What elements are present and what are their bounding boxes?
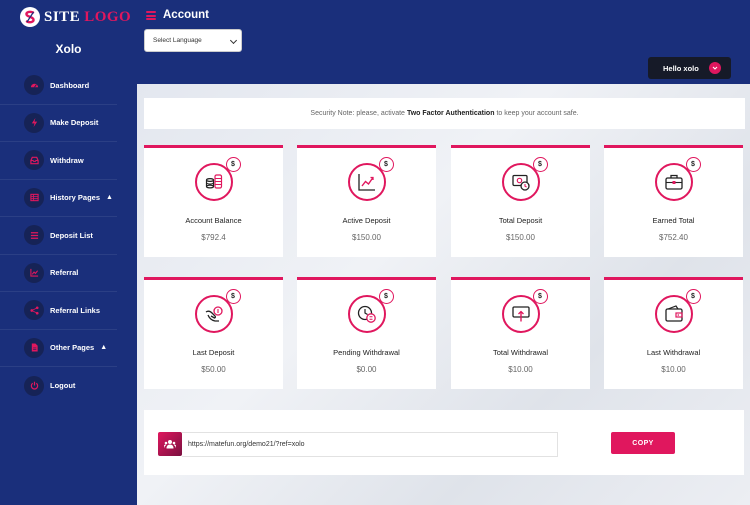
dollar-badge-icon: $ xyxy=(532,289,548,304)
dollar-badge-icon: $ xyxy=(225,157,241,172)
logo-text-logo: LOGO xyxy=(84,8,132,25)
language-select-value: Select Language xyxy=(153,37,202,44)
inbox-icon xyxy=(24,150,44,171)
card-title: Total Deposit xyxy=(498,216,543,225)
coins-icon: $ xyxy=(194,157,241,201)
sidebar-item-other-pages[interactable]: Other Pages ▲ xyxy=(0,330,117,367)
language-select[interactable]: Select Language xyxy=(144,29,242,52)
dollar-badge-icon: $ xyxy=(685,289,701,304)
users-icon xyxy=(158,432,182,456)
cash-clock-icon: $ xyxy=(501,157,548,201)
dollar-badge-icon: $ xyxy=(685,157,701,172)
security-note: Security Note: please, activate Two Fact… xyxy=(144,98,745,129)
sidebar-item-dashboard[interactable]: Dashboard xyxy=(0,67,117,105)
file-icon xyxy=(24,337,44,358)
chevron-up-icon: ▲ xyxy=(106,194,113,202)
card-value: $10.00 xyxy=(661,365,686,374)
referral-link-input[interactable]: https://matefun.org/demo21/?ref=xolo xyxy=(182,432,558,457)
sidebar-item-withdraw[interactable]: Withdraw xyxy=(0,142,117,180)
site-logo[interactable]: SITE LOGO xyxy=(0,0,137,34)
sidebar-item-referral[interactable]: Referral xyxy=(0,255,117,292)
copy-button[interactable]: COPY xyxy=(611,432,675,454)
sidebar-menu: Dashboard Make Deposit Withdraw History … xyxy=(0,67,137,405)
card-title: Last Withdrawal xyxy=(646,348,701,357)
dollar-badge-icon: $ xyxy=(225,289,241,304)
stat-card-pending-withdrawal: $ Pending Withdrawal $0.00 xyxy=(297,277,436,389)
main-content: Security Note: please, activate Two Fact… xyxy=(137,84,750,505)
list-icon xyxy=(24,225,44,246)
card-title: Pending Withdrawal xyxy=(333,348,400,357)
bolt-icon xyxy=(24,112,44,133)
card-value: $10.00 xyxy=(508,365,533,374)
card-title: Total Withdrawal xyxy=(492,348,549,357)
sidebar-item-label: Withdraw xyxy=(50,155,84,165)
sidebar-item-label: Referral Links xyxy=(50,305,101,315)
clock-coin-icon: $ xyxy=(347,289,394,333)
card-title: Account Balance xyxy=(185,216,242,225)
two-factor-link[interactable]: Two Factor Authentication xyxy=(407,110,495,117)
gauge-icon xyxy=(24,75,44,96)
security-note-suffix: to keep your account safe. xyxy=(496,110,579,117)
user-greeting: Hello xolo xyxy=(663,63,699,73)
chart-icon xyxy=(24,262,44,283)
topbar: Account Select Language Hello xolo xyxy=(137,0,750,84)
user-menu-button[interactable]: Hello xolo xyxy=(648,57,731,79)
logo-mark-icon xyxy=(20,7,40,27)
card-title: Last Deposit xyxy=(192,348,235,357)
sidebar-item-deposit-list[interactable]: Deposit List xyxy=(0,217,117,255)
growth-chart-icon: $ xyxy=(347,157,394,201)
logo-text-site: SITE xyxy=(44,8,81,25)
sidebar-item-label: Dashboard xyxy=(50,80,90,90)
dollar-badge-icon: $ xyxy=(532,157,548,172)
sidebar-item-referral-links[interactable]: Referral Links xyxy=(0,292,117,330)
card-title: Active Deposit xyxy=(342,216,391,225)
stat-card-account-balance: $ Account Balance $792.4 xyxy=(144,145,283,257)
stat-card-earned-total: $ Earned Total $752.40 xyxy=(604,145,743,257)
sidebar-item-make-deposit[interactable]: Make Deposit xyxy=(0,105,117,142)
sidebar-item-logout[interactable]: Logout xyxy=(0,367,117,405)
sidebar-item-label: History Pages xyxy=(50,193,101,203)
card-value: $50.00 xyxy=(201,365,226,374)
chevron-down-icon xyxy=(229,36,238,45)
card-value: $150.00 xyxy=(506,233,535,242)
sidebar-item-label: Referral xyxy=(50,268,79,278)
power-icon xyxy=(24,375,44,396)
share-icon xyxy=(24,300,44,321)
card-value: $150.00 xyxy=(352,233,381,242)
dollar-badge-icon: $ xyxy=(378,157,394,172)
stat-card-total-withdrawal: $ Total Withdrawal $10.00 xyxy=(451,277,590,389)
sidebar-item-label: Other Pages xyxy=(50,343,95,353)
card-title: Earned Total xyxy=(652,216,695,225)
dollar-badge-icon: $ xyxy=(378,289,394,304)
card-value: $792.4 xyxy=(201,233,226,242)
chevron-down-icon xyxy=(709,62,721,74)
wallet-icon: $ xyxy=(654,289,701,333)
referral-link-panel: https://matefun.org/demo21/?ref=xolo COP… xyxy=(144,410,744,475)
sidebar: SITE LOGO Xolo Dashboard Make Deposit Wi… xyxy=(0,0,137,505)
sidebar-item-label: Deposit List xyxy=(50,230,93,240)
security-note-prefix: Security Note: please, activate xyxy=(310,110,405,117)
table-icon xyxy=(24,187,44,208)
stat-card-active-deposit: $ Active Deposit $150.00 xyxy=(297,145,436,257)
briefcase-icon: $ xyxy=(654,157,701,201)
hand-coin-icon: $ xyxy=(194,289,241,333)
sidebar-item-history-pages[interactable]: History Pages ▲ xyxy=(0,180,117,217)
withdraw-cash-icon: $ xyxy=(501,289,548,333)
sidebar-item-label: Make Deposit xyxy=(50,118,99,128)
stat-card-last-deposit: $ Last Deposit $50.00 xyxy=(144,277,283,389)
sidebar-username: Xolo xyxy=(55,42,82,56)
stat-card-last-withdrawal: $ Last Withdrawal $10.00 xyxy=(604,277,743,389)
card-value: $752.40 xyxy=(659,233,688,242)
hamburger-menu-icon[interactable] xyxy=(146,11,156,20)
stat-card-total-deposit: $ Total Deposit $150.00 xyxy=(451,145,590,257)
chevron-up-icon: ▲ xyxy=(100,344,108,352)
sidebar-item-label: Logout xyxy=(50,381,76,391)
card-value: $0.00 xyxy=(356,365,377,374)
page-title: Account xyxy=(163,9,209,21)
